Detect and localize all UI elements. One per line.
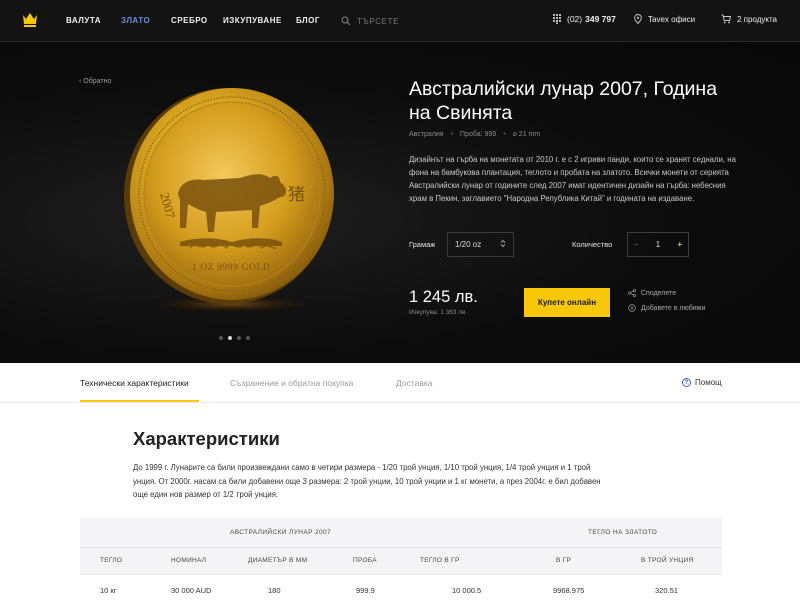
- characteristics-text: До 1999 г. Лунарите са били произвеждани…: [133, 463, 601, 499]
- tab-delivery[interactable]: Доставка: [396, 378, 433, 388]
- tab-storage[interactable]: Съхранение и обратна покупка: [230, 378, 353, 388]
- phone-number: 349 797: [585, 14, 616, 24]
- plus-button[interactable]: +: [677, 240, 682, 249]
- cart-label: 2 продукта: [737, 14, 778, 24]
- nav-item-silver[interactable]: СРЕБРО: [171, 16, 208, 25]
- map-pin-icon: [634, 14, 642, 24]
- table-divider: [80, 547, 722, 548]
- table-cell: 30 000 AUD: [171, 586, 212, 595]
- cart-link[interactable]: 2 продукта: [721, 14, 777, 24]
- active-tab-indicator: [80, 400, 199, 402]
- quantity-stepper: − 1 +: [627, 232, 689, 257]
- keypad-icon: [553, 14, 561, 24]
- help-link[interactable]: ? Помощ: [682, 378, 722, 387]
- nav-item-gold[interactable]: ЗЛАТО: [121, 16, 150, 25]
- add-to-favorites-link[interactable]: Добавете в любими: [628, 304, 705, 312]
- quantity-value[interactable]: 1: [656, 240, 660, 249]
- coin-inscription: 1 OZ 9999 GOLD: [192, 263, 270, 273]
- minus-button[interactable]: −: [634, 240, 639, 249]
- table-header-nominal: НОМИНАЛ: [171, 557, 207, 564]
- meta-diameter: ⌀ 21 mm: [512, 131, 541, 138]
- phone-link[interactable]: (02) 349 797: [553, 14, 616, 24]
- coin-glyph: 猪: [288, 185, 305, 205]
- nav-item-blog[interactable]: БЛОГ: [296, 16, 320, 25]
- table-cell: 10 кг: [100, 586, 117, 595]
- carousel-dot[interactable]: [237, 336, 241, 340]
- product-description: Дизайнът на гърба на монетата от 2010 г.…: [409, 155, 736, 203]
- buy-online-button[interactable]: Купете онлайн: [524, 288, 610, 317]
- nav-item-buyback[interactable]: ИЗКУПУВАНЕ: [223, 16, 282, 25]
- weight-label: Грамаж: [409, 240, 436, 249]
- back-label: Обратно: [83, 78, 112, 85]
- favorites-label: Добавете в любими: [641, 304, 706, 312]
- carousel-dots: [219, 336, 250, 340]
- table-cell: 10 000.5: [452, 586, 482, 595]
- table-header-gold-oz: В ТРОЙ УНЦИЯ: [641, 557, 694, 564]
- share-link[interactable]: Споделете: [628, 289, 676, 297]
- meta-separator: •: [450, 130, 454, 138]
- table-row: 10 кг 30 000 AUD 180 999.9 10 000.5 9968…: [80, 574, 722, 600]
- quantity-label: Количество: [572, 240, 613, 249]
- product-price: 1 245 лв.: [409, 288, 478, 306]
- table-cell: 999.9: [356, 586, 375, 595]
- search-input[interactable]: [357, 16, 457, 26]
- weight-select[interactable]: 1/20 oz: [447, 232, 514, 257]
- back-link[interactable]: ‹ Обратно: [79, 78, 111, 85]
- meta-purity: Проба: 999: [460, 130, 497, 138]
- search-box: [341, 13, 461, 29]
- help-label: Помощ: [695, 378, 722, 387]
- question-icon: ?: [682, 378, 691, 387]
- table-header-weight: ТЕГЛО: [100, 557, 123, 564]
- product-title: Австралийски лунар 2007, Година на Свиня…: [409, 78, 718, 124]
- table-header-diameter: ДИАМЕТЪР В ММ: [248, 557, 308, 564]
- characteristics-title: Характеристики: [133, 428, 280, 449]
- carousel-dot[interactable]: [246, 336, 250, 340]
- table-group-header-coin: АВСТРАЛИЙСКИ ЛУНАР 2007: [230, 529, 332, 536]
- table-header-purity: ПРОБА: [353, 557, 377, 564]
- updown-chevron-icon: [500, 239, 506, 250]
- buyback-price: Изкупува: 1 363 лв.: [409, 309, 468, 316]
- offices-label: Tavex офиси: [648, 14, 696, 24]
- weight-value: 1/20 oz: [455, 240, 482, 249]
- phone-prefix: (02): [567, 14, 583, 24]
- table-cell: 320.51: [655, 586, 678, 595]
- product-meta: Австралия • Проба: 999 • ⌀ 21 mm: [409, 130, 541, 139]
- coin-image: 2007 猪 1 OZ 9999 GOLD: [120, 82, 342, 314]
- meta-separator: •: [503, 130, 506, 138]
- share-icon: [628, 289, 636, 297]
- table-header-gold-gr: В ГР: [556, 557, 572, 564]
- search-icon[interactable]: [341, 16, 351, 26]
- table-group-header-gold: ТЕГЛО НА ЗЛАТОТО: [588, 529, 658, 536]
- crown-logo-icon[interactable]: [21, 10, 39, 28]
- carousel-dot[interactable]: [219, 336, 223, 340]
- tab-technical[interactable]: Технически характеристики: [80, 378, 189, 388]
- table-cell: 180: [268, 586, 281, 595]
- nav-item-currency[interactable]: ВАЛУТА: [66, 16, 101, 25]
- specs-table: АВСТРАЛИЙСКИ ЛУНАР 2007 ТЕГЛО НА ЗЛАТОТО…: [80, 518, 722, 600]
- top-navigation-bar: ВАЛУТА ЗЛАТО СРЕБРО ИЗКУПУВАНЕ БЛОГ (02)…: [0, 0, 800, 42]
- meta-country: Австралия: [409, 130, 444, 138]
- share-label: Споделете: [641, 289, 677, 297]
- cart-icon: [721, 14, 731, 24]
- product-hero: ‹ Обратно 2007 猪 1 OZ 9999 GOLD Австрали…: [0, 42, 800, 363]
- product-tabs: Технически характеристики Съхранение и о…: [0, 363, 800, 403]
- offices-link[interactable]: Tavex офиси: [634, 14, 695, 24]
- plus-circle-icon: [628, 304, 636, 312]
- table-cell: 9968.975: [553, 586, 585, 595]
- table-header-weight-gr: ТЕГЛО В ГР: [420, 557, 460, 564]
- carousel-dot[interactable]: [228, 336, 232, 340]
